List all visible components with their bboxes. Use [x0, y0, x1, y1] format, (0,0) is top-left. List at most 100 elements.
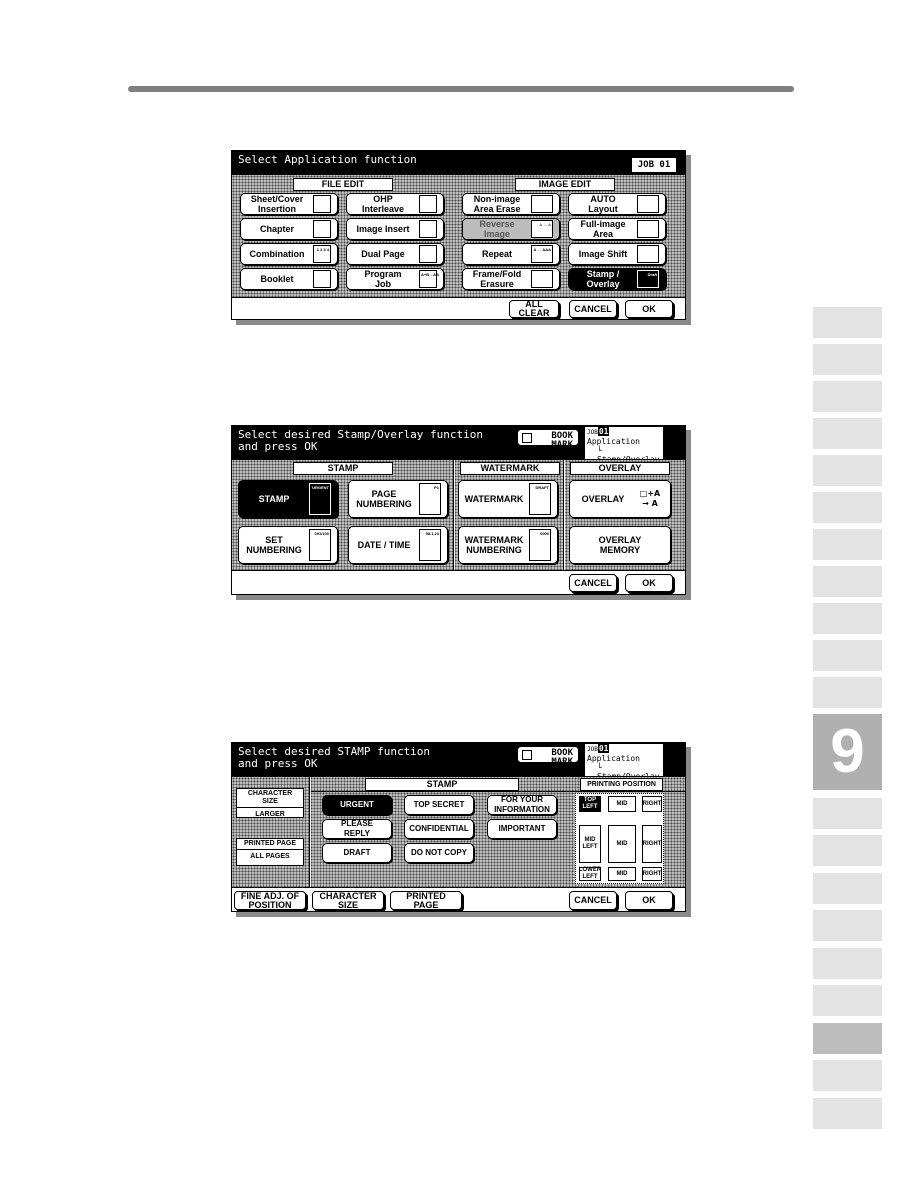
screen-title: Select desired STAMP function and press …	[238, 745, 431, 770]
chapter-tab	[813, 344, 882, 375]
dual-page-button[interactable]: Dual Page	[346, 243, 444, 265]
stamp-button[interactable]: STAMP URGENT	[238, 480, 338, 518]
ok-button[interactable]: OK	[625, 891, 673, 910]
chapter-tab	[813, 1098, 882, 1129]
watermark-header: WATERMARK	[460, 462, 560, 475]
combination-button[interactable]: Combination 1 2 3 4	[240, 243, 338, 265]
chapter-tab	[813, 835, 882, 866]
position-lower-left-button[interactable]: LOWER LEFT	[579, 867, 601, 881]
overlay-memory-button[interactable]: OVERLAY MEMORY	[569, 526, 671, 564]
ohp-interleave-button[interactable]: OHP Interleave	[346, 193, 444, 215]
bookmark-checkbox[interactable]	[522, 433, 532, 443]
ok-button[interactable]: OK	[625, 574, 673, 592]
chapter-tab	[813, 677, 882, 708]
chapter-icon	[313, 220, 331, 238]
position-mid-button[interactable]: MID	[608, 825, 636, 863]
printed-page-button[interactable]: PRINTED PAGE	[390, 891, 462, 910]
page-numbering-button[interactable]: PAGE NUMBERING P1	[348, 480, 448, 518]
stamp-overlay-button[interactable]: Stamp / Overlay Draft	[568, 268, 666, 290]
button-label: FOR YOUR INFORMATION	[494, 795, 550, 814]
stamp-preview-icon: URGENT	[309, 483, 331, 515]
chapter-tab	[813, 455, 882, 486]
position-mid-left-button[interactable]: MID LEFT	[579, 825, 601, 863]
draft-stamp-button[interactable]: DRAFT	[322, 843, 392, 863]
top-secret-stamp-button[interactable]: TOP SECRET	[404, 795, 474, 815]
all-clear-button[interactable]: ALL CLEAR	[509, 300, 559, 318]
sheet-cover-insertion-button[interactable]: Sheet/Cover Insertion	[240, 193, 338, 215]
position-right-button[interactable]: RIGHT	[642, 825, 662, 863]
position-right-button[interactable]: RIGHT	[642, 796, 662, 812]
watermark-numbering-button[interactable]: WATERMARK NUMBERING 0000	[458, 526, 558, 564]
chapter-button[interactable]: Chapter	[240, 218, 338, 240]
character-size-button[interactable]: CHARACTER SIZE	[312, 891, 384, 910]
section-divider	[309, 777, 311, 889]
position-mid-button[interactable]: MID	[608, 796, 636, 812]
button-label: Frame/Fold Erasure	[472, 269, 522, 289]
ok-button[interactable]: OK	[625, 300, 673, 318]
dual-page-icon	[419, 245, 437, 263]
important-stamp-button[interactable]: IMPORTANT	[487, 819, 557, 839]
chapter-tab	[813, 985, 882, 1016]
cancel-button[interactable]: CANCEL	[569, 891, 617, 910]
button-label: Sheet/Cover Insertion	[250, 194, 304, 214]
position-mid-button[interactable]: MID	[608, 867, 636, 881]
button-label: IMPORTANT	[498, 824, 546, 833]
booklet-button[interactable]: Booklet	[240, 268, 338, 290]
cancel-button[interactable]: CANCEL	[569, 300, 617, 318]
non-image-area-erase-button[interactable]: Non-image Area Erase	[462, 193, 560, 215]
date-time-button[interactable]: DATE / TIME 98.1.23	[348, 526, 448, 564]
chapter-tab-active: 9	[813, 714, 882, 790]
button-label: Image Insert	[356, 224, 410, 234]
auto-layout-icon	[637, 195, 659, 213]
button-label: URGENT	[340, 800, 374, 809]
position-right-button[interactable]: RIGHT	[642, 867, 662, 881]
program-job-icon: A+B→AB	[419, 270, 439, 288]
watermark-button[interactable]: WATERMARK DRAFT	[458, 480, 558, 518]
area-erase-icon	[531, 195, 553, 213]
reverse-image-button[interactable]: Reverse Image A → A	[462, 218, 560, 240]
chapter-tab	[813, 492, 882, 523]
image-shift-button[interactable]: Image Shift	[568, 243, 666, 265]
character-size-title: CHARACTER SIZE	[237, 789, 303, 808]
full-image-area-button[interactable]: Full-image Area	[568, 218, 666, 240]
bookmark-button[interactable]: BOOK MARK	[517, 429, 579, 450]
confidential-stamp-button[interactable]: CONFIDENTIAL	[404, 819, 474, 839]
button-label: WATERMARK NUMBERING	[464, 535, 524, 555]
button-label: PAGE NUMBERING	[356, 489, 412, 509]
cancel-button[interactable]: CANCEL	[569, 574, 617, 592]
overlay-header: OVERLAY	[570, 462, 670, 475]
chapter-tab	[813, 381, 882, 412]
program-job-button[interactable]: Program Job A+B→AB	[346, 268, 444, 290]
bookmark-button[interactable]: BOOK MARK	[517, 746, 579, 767]
overlay-icon: □+A → A	[639, 489, 661, 508]
watermark-preview-icon: 0000	[529, 529, 551, 561]
chapter-tab	[813, 1060, 882, 1091]
repeat-button[interactable]: Repeat A → AAA	[462, 243, 560, 265]
section-divider	[311, 791, 685, 792]
frame-fold-erasure-button[interactable]: Frame/Fold Erasure	[462, 268, 560, 290]
job-tab[interactable]: JOB 01	[631, 157, 677, 173]
auto-layout-button[interactable]: AUTO Layout	[568, 193, 666, 215]
fine-adjust-position-button[interactable]: FINE ADJ. OF POSITION	[234, 891, 306, 910]
position-top-left-button[interactable]: TOP LEFT	[579, 796, 601, 812]
do-not-copy-stamp-button[interactable]: DO NOT COPY	[404, 843, 474, 863]
chapter-tab	[813, 529, 882, 560]
please-reply-stamp-button[interactable]: PLEASE REPLY	[322, 819, 392, 839]
set-numbering-button[interactable]: SET NUMBERING 001/100	[238, 526, 338, 564]
breadcrumb: JOB01 Application └ Stamp/Overlay	[585, 744, 663, 781]
button-label: STAMP	[258, 494, 290, 504]
screen-title: Select Application function	[238, 153, 417, 166]
for-your-information-stamp-button[interactable]: FOR YOUR INFORMATION	[487, 795, 557, 815]
button-label: TOP SECRET	[413, 800, 465, 809]
bookmark-checkbox[interactable]	[522, 750, 532, 760]
stamp-overlay-screen: Select desired Stamp/Overlay function an…	[231, 425, 686, 595]
overlay-button[interactable]: OVERLAY □+A → A	[569, 480, 671, 518]
screen-title-bar: Select desired Stamp/Overlay function an…	[232, 426, 685, 464]
ohp-icon	[419, 195, 437, 213]
image-insert-button[interactable]: Image Insert	[346, 218, 444, 240]
button-label: Reverse Image	[479, 219, 515, 239]
urgent-stamp-button[interactable]: URGENT	[322, 795, 392, 815]
chapter-tab	[813, 1023, 882, 1054]
frame-fold-icon	[531, 270, 553, 288]
breadcrumb-job-prefix: JOB	[587, 429, 598, 436]
